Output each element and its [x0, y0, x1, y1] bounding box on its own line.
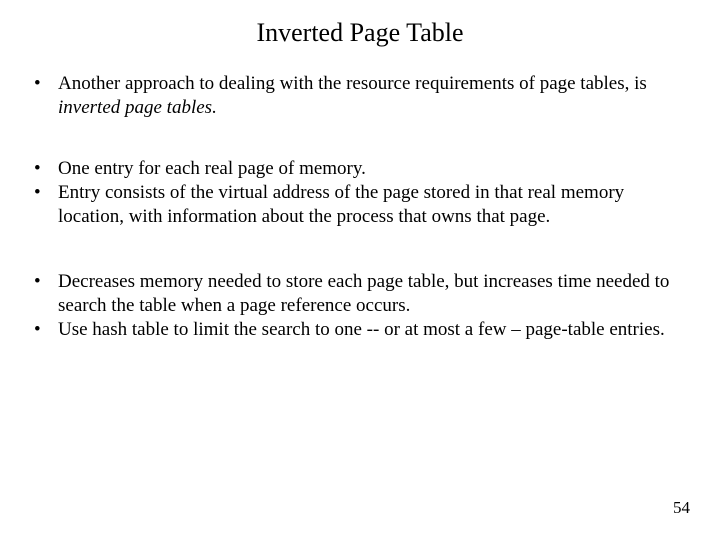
- bullet-item: Another approach to dealing with the res…: [28, 72, 692, 121]
- bullet-list: One entry for each real page of memory. …: [28, 157, 692, 230]
- slide-title: Inverted Page Table: [28, 18, 692, 48]
- spacer: [28, 121, 692, 157]
- bullet-item: One entry for each real page of memory.: [28, 157, 692, 181]
- bullet-emphasis: inverted page tables.: [58, 97, 217, 118]
- spacer: [28, 230, 692, 270]
- bullet-list: Another approach to dealing with the res…: [28, 72, 692, 121]
- bullet-item: Entry consists of the virtual address of…: [28, 181, 692, 230]
- bullet-text: Entry consists of the virtual address of…: [58, 182, 624, 227]
- slide: Inverted Page Table Another approach to …: [0, 0, 720, 343]
- bullet-text: Another approach to dealing with the res…: [58, 73, 647, 94]
- bullet-text: Decreases memory needed to store each pa…: [58, 271, 669, 316]
- bullet-item: Use hash table to limit the search to on…: [28, 318, 692, 342]
- bullet-text: One entry for each real page of memory.: [58, 158, 366, 179]
- bullet-text: Use hash table to limit the search to on…: [58, 319, 665, 340]
- page-number: 54: [673, 498, 690, 518]
- bullet-item: Decreases memory needed to store each pa…: [28, 270, 692, 319]
- bullet-list: Decreases memory needed to store each pa…: [28, 270, 692, 343]
